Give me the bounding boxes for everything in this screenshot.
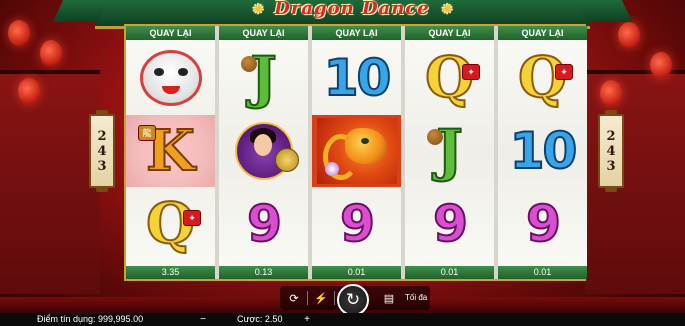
symbol-10: 10 <box>323 49 393 107</box>
spin-button[interactable]: ↻ <box>337 284 369 316</box>
ornament-icon: ❋ <box>252 2 264 16</box>
symbol-10: 10 <box>509 122 579 180</box>
reel-1: QUAY LẠI K 龍 Q ✦ 3.35 <box>126 26 215 279</box>
lion-eye <box>177 68 188 76</box>
reel-symbol <box>126 42 215 114</box>
symbol-9: 9 <box>432 195 469 253</box>
credit-balance: Điểm tín dụng: 999,995.00 <box>37 314 144 324</box>
lion-mouth <box>161 86 180 94</box>
pearl-icon <box>324 162 339 176</box>
red-fan-icon: ✦ <box>555 64 573 80</box>
ways-digit: 2 <box>97 128 107 144</box>
reel-symbol: Q ✦ <box>498 42 587 114</box>
symbol-9: 9 <box>246 195 283 253</box>
reel-5: QUAY LẠI Q ✦ 10 9 0.01 <box>498 26 587 279</box>
dragon-wild-icon <box>316 118 397 184</box>
reel-symbol: K龍 <box>126 115 215 187</box>
reel-2: QUAY LẠI J 9 0.13 <box>219 26 308 279</box>
gong-icon <box>274 148 299 172</box>
ways-panel-right: 2 4 3 <box>598 110 624 192</box>
reel-symbol: 10 <box>498 115 587 187</box>
autoplay-button[interactable]: ⟳ <box>283 288 305 308</box>
dragon-head <box>344 128 387 164</box>
red-fan-icon: ✦ <box>183 210 201 226</box>
reel-symbol: 10 <box>312 42 401 114</box>
lion-dance-icon <box>139 50 202 106</box>
reel-symbol <box>312 115 401 187</box>
game-title: Dragon Dance <box>274 0 430 19</box>
reel-symbol: 9 <box>405 188 494 260</box>
reel-respin-cost: 0.01 <box>498 266 587 279</box>
roof-edge-right <box>576 0 633 22</box>
reel-4: QUAY LẠI Q ✦ J 9 0.01 <box>405 26 494 279</box>
bet-amount: Cược: 2.50 <box>237 314 283 324</box>
bet-increase-button[interactable]: + <box>300 313 314 326</box>
divider <box>334 291 335 305</box>
bet-decrease-button[interactable]: − <box>196 313 210 326</box>
spin-arrows-icon: ↻ <box>345 290 361 309</box>
reel-symbol: Q ✦ <box>405 42 494 114</box>
reel-symbol: 9 <box>498 188 587 260</box>
ways-digit: 3 <box>97 158 107 174</box>
turbo-button[interactable]: ⚡ <box>310 288 332 308</box>
red-fan-icon: ✦ <box>462 64 480 80</box>
lightning-icon: ⚡ <box>314 292 328 305</box>
ways-digit: 4 <box>606 143 616 159</box>
money-bag-icon <box>427 129 443 145</box>
lantern-icon <box>8 20 30 46</box>
lady-face <box>253 134 272 156</box>
reel-respin-button[interactable]: QUAY LẠI <box>498 26 587 40</box>
temple-left <box>0 70 100 294</box>
lantern-icon <box>618 22 640 48</box>
lady-gong-icon <box>234 122 299 180</box>
bet-stack-button[interactable]: ▤ <box>378 288 400 308</box>
reel-symbol: J <box>405 115 494 187</box>
coin-stack-icon: ▤ <box>383 292 395 305</box>
lantern-icon <box>650 52 672 78</box>
autoplay-icon: ⟳ <box>289 292 299 305</box>
lantern-icon <box>18 78 40 104</box>
reel-symbol: 9 <box>312 188 401 260</box>
ornament-icon: ❋ <box>440 2 452 16</box>
reel-respin-button[interactable]: QUAY LẠI <box>405 26 494 40</box>
reel-symbol: J <box>219 42 308 114</box>
ways-digit: 3 <box>606 158 616 174</box>
ways-digit: 4 <box>97 143 107 159</box>
reel-respin-cost: 0.01 <box>405 266 494 279</box>
reel-respin-button[interactable]: QUAY LẠI <box>312 26 401 40</box>
reel-respin-cost: 0.01 <box>312 266 401 279</box>
ways-panel-left: 2 4 3 <box>89 110 115 192</box>
reel-respin-button[interactable]: QUAY LẠI <box>126 26 215 40</box>
reel-symbol: Q ✦ <box>126 188 215 260</box>
divider <box>307 291 308 305</box>
reel-respin-cost: 3.35 <box>126 266 215 279</box>
reel-respin-cost: 0.13 <box>219 266 308 279</box>
lion-eye <box>153 68 164 76</box>
reel-respin-button[interactable]: QUAY LẠI <box>219 26 308 40</box>
lantern-icon <box>600 80 622 106</box>
reel-symbol <box>219 115 308 187</box>
dragon-statue-icon: 龍 <box>138 125 156 141</box>
ways-digit: 2 <box>606 128 616 144</box>
lantern-icon <box>40 40 62 66</box>
symbol-9: 9 <box>339 195 376 253</box>
reel-grid: QUAY LẠI K 龍 Q ✦ 3.35 QUAY LẠI J 9 0.13 QUAY LẠI 10… <box>124 24 587 281</box>
reel-3: QUAY LẠI 10 9 0.01 <box>312 26 401 279</box>
game-logo: ❋ Dragon Dance ❋ <box>252 0 451 20</box>
dragon-eye <box>360 138 369 144</box>
max-bet-button[interactable]: Tối đa <box>405 293 427 302</box>
status-bar: Điểm tín dụng: 999,995.00 − Cược: 2.50 + <box>0 313 685 326</box>
reel-symbol: 9 <box>219 188 308 260</box>
money-bag-icon <box>241 56 257 72</box>
symbol-9: 9 <box>525 195 562 253</box>
